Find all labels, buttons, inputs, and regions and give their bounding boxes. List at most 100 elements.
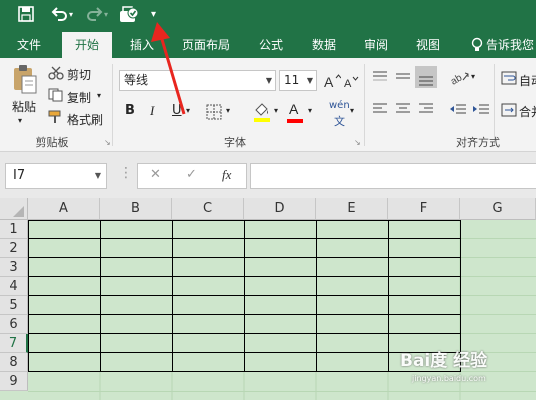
align-center-icon[interactable] — [395, 102, 411, 119]
orientation-icon[interactable]: ab — [449, 68, 471, 89]
align-top-icon[interactable] — [372, 70, 388, 87]
tab-page-layout[interactable]: 页面布局 — [172, 32, 240, 58]
undo-dropdown-icon[interactable]: ▾ — [69, 10, 73, 19]
row-header[interactable]: 3 — [0, 258, 28, 277]
select-all-corner[interactable] — [0, 198, 28, 220]
row-header[interactable]: 9 — [0, 372, 28, 391]
separator — [112, 64, 113, 146]
font-size-combo[interactable]: 11 ▼ — [279, 70, 317, 91]
increase-indent-icon[interactable] — [472, 102, 490, 119]
tab-view[interactable]: 视图 — [406, 32, 450, 58]
ribbon-home: 粘贴 ▾ 剪切 复制 ▾ 格式刷 剪贴板 ↘ 等线 ▼ 11 ▼ A A B I U… — [0, 58, 536, 152]
shrink-font-icon[interactable]: A — [343, 75, 359, 92]
font-name-value: 等线 — [124, 73, 149, 87]
cell-area[interactable] — [28, 220, 536, 400]
orientation-dropdown-icon[interactable]: ▾ — [471, 72, 475, 81]
formula-input[interactable] — [250, 163, 536, 189]
tell-me-search[interactable]: 告诉我您 — [486, 32, 536, 58]
tab-formulas[interactable]: 公式 — [250, 32, 292, 58]
row-header[interactable]: 4 — [0, 277, 28, 296]
paste-dropdown-icon[interactable]: ▾ — [18, 116, 22, 125]
row-header[interactable]: 6 — [0, 315, 28, 334]
underline-button[interactable]: U — [172, 103, 182, 118]
copy-button[interactable]: 复制 — [67, 89, 91, 106]
copy-dropdown-icon[interactable]: ▾ — [97, 91, 101, 100]
cancel-button[interactable]: ✕ — [150, 167, 161, 182]
redo-dropdown-icon[interactable]: ▾ — [104, 10, 108, 19]
lightbulb-icon — [470, 37, 484, 56]
row-header[interactable]: 8 — [0, 353, 28, 372]
enter-button[interactable]: ✓ — [186, 167, 197, 182]
cut-icon — [48, 66, 64, 83]
column-header[interactable]: E — [316, 198, 388, 220]
row-header[interactable]: 1 — [0, 220, 28, 239]
row-header-selected[interactable]: 7 — [0, 334, 28, 353]
touch-mode-icon[interactable] — [118, 5, 140, 28]
fill-color-icon[interactable] — [252, 101, 272, 126]
format-painter-button[interactable]: 格式刷 — [67, 111, 103, 128]
font-color-bar — [287, 119, 303, 123]
font-group-label: 字体 — [224, 136, 246, 149]
copy-icon — [48, 88, 64, 105]
tab-home[interactable]: 开始 — [62, 32, 112, 58]
merge-center-button[interactable]: 合并 — [519, 103, 536, 120]
font-size-value: 11 — [284, 73, 300, 87]
column-header[interactable]: G — [460, 198, 536, 220]
tab-file[interactable]: 文件 — [6, 32, 52, 58]
phonetic-dropdown-icon[interactable]: ▾ — [350, 106, 354, 115]
wrap-text-icon — [501, 71, 517, 88]
borders-dropdown-icon[interactable]: ▾ — [226, 106, 230, 115]
redo-icon[interactable] — [84, 5, 104, 26]
bold-button[interactable]: B — [125, 103, 135, 118]
chevron-down-icon: ▼ — [94, 171, 101, 180]
borders-icon[interactable] — [206, 104, 222, 123]
ribbon-tabs: 文件 开始 插入 页面布局 公式 数据 审阅 视图 告诉我您 — [0, 32, 536, 58]
resize-handle-icon[interactable]: ⋮ — [119, 165, 133, 181]
alignment-group-label: 对齐方式 — [456, 136, 500, 149]
font-color-dropdown-icon[interactable]: ▾ — [308, 106, 312, 115]
align-bottom-icon[interactable] — [415, 66, 437, 88]
column-header[interactable]: A — [28, 198, 100, 220]
row-header[interactable]: 2 — [0, 239, 28, 258]
align-middle-icon[interactable] — [395, 70, 411, 87]
chevron-down-icon: ▼ — [306, 76, 313, 85]
font-color-button[interactable]: A — [289, 101, 298, 117]
watermark-url: jingyan.baidu.com — [412, 374, 486, 383]
clipboard-launcher-icon[interactable]: ↘ — [104, 138, 111, 147]
align-right-icon[interactable] — [418, 102, 434, 119]
phonetic-button[interactable]: wén — [329, 100, 350, 111]
decrease-indent-icon[interactable] — [449, 102, 467, 119]
formula-bar: I7 ▼ ⋮ ✕ ✓ fx — [0, 152, 536, 198]
italic-button[interactable]: I — [150, 103, 154, 119]
name-box-value: I7 — [13, 168, 26, 183]
row-header[interactable]: 5 — [0, 296, 28, 315]
column-header[interactable]: D — [244, 198, 316, 220]
column-header[interactable]: B — [100, 198, 172, 220]
phonetic-glyph-icon: 文 — [334, 115, 345, 128]
paste-button[interactable]: 粘贴 — [12, 98, 36, 115]
formula-buttons: ✕ ✓ fx — [137, 163, 247, 189]
separator — [364, 64, 365, 146]
font-launcher-icon[interactable]: ↘ — [354, 138, 361, 147]
wrap-text-button[interactable]: 自动 — [519, 72, 536, 89]
svg-text:A: A — [324, 74, 334, 89]
name-box[interactable]: I7 ▼ — [5, 163, 107, 189]
paste-icon[interactable] — [12, 64, 38, 97]
fill-color-dropdown-icon[interactable]: ▾ — [274, 106, 278, 115]
column-header[interactable]: C — [172, 198, 244, 220]
customize-qat-icon[interactable]: ▾ — [151, 9, 156, 20]
underline-dropdown-icon[interactable]: ▾ — [186, 106, 190, 115]
undo-icon[interactable] — [50, 5, 70, 26]
svg-text:ab: ab — [449, 72, 464, 86]
font-name-combo[interactable]: 等线 ▼ — [119, 70, 276, 91]
chevron-down-icon: ▼ — [265, 76, 272, 85]
tab-review[interactable]: 审阅 — [354, 32, 398, 58]
save-icon[interactable] — [17, 5, 35, 26]
column-header[interactable]: F — [388, 198, 460, 220]
tab-insert[interactable]: 插入 — [120, 32, 164, 58]
insert-function-button[interactable]: fx — [222, 167, 231, 183]
tab-data[interactable]: 数据 — [302, 32, 346, 58]
cut-button[interactable]: 剪切 — [67, 66, 91, 83]
grow-font-icon[interactable]: A — [323, 73, 342, 92]
align-left-icon[interactable] — [372, 102, 388, 119]
